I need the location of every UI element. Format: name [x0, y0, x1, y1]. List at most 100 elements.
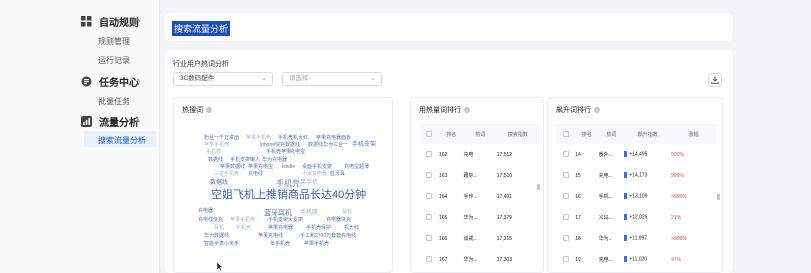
row-checkbox[interactable] [419, 165, 439, 186]
table-row[interactable]: 162 充电 17,512 [419, 144, 539, 165]
table-row[interactable]: 163 跟你... 17,510 [419, 165, 539, 186]
table-row[interactable]: 164 手作... 17,491 [419, 186, 539, 207]
column-header[interactable]: 排名 [439, 124, 464, 144]
hot-word[interactable]: 耳机 [214, 226, 224, 231]
hot-word[interactable]: 华为数据线 [204, 234, 229, 239]
hot-word[interactable]: iphone快充数据线 [260, 143, 300, 148]
hot-word[interactable]: 手机壳保护 [306, 226, 331, 231]
hot-word[interactable]: 手机壳 [236, 226, 251, 231]
sidebar-item-batch-tasks[interactable]: 批量任务 [98, 96, 130, 107]
hot-word[interactable]: 智能手表小米手 [204, 242, 239, 247]
sub-category-select[interactable]: 请选择 ⌄ [282, 72, 382, 86]
hot-word[interactable]: 华为充电器 [262, 158, 287, 163]
row-checkbox[interactable] [419, 186, 439, 207]
hot-word[interactable]: 苹果充电器面板 [316, 136, 351, 141]
help-icon[interactable] [206, 107, 212, 113]
hot-word[interactable]: 数据线华为三合一 [308, 143, 348, 148]
hot-word[interactable]: 手机支架懒人 [230, 158, 260, 163]
chevron-up-icon[interactable]: ^ [136, 17, 140, 27]
hot-word[interactable]: 鼠标 [342, 210, 352, 215]
hot-word[interactable]: 苹果充电线 [258, 234, 283, 239]
column-header[interactable]: 搜索指数 [496, 124, 539, 144]
hot-word[interactable]: 小米充电器 [302, 172, 327, 177]
table-row[interactable]: 166 谈戒... 17,315 [419, 228, 539, 249]
hot-word[interactable]: 苹果充电器 [268, 226, 293, 231]
hot-word[interactable]: 单手机壳 [270, 242, 290, 247]
row-checkbox[interactable] [556, 249, 575, 270]
hot-word[interactable]: 三星手机壳 [214, 172, 239, 177]
table-row[interactable]: 19 充电... +11,020 47% [556, 249, 716, 270]
hot-word[interactable]: 数据线 [208, 158, 223, 163]
column-header[interactable]: 热词 [463, 124, 497, 144]
row-checkbox[interactable] [419, 144, 439, 165]
hot-word[interactable]: 蓝牙耳 [330, 172, 345, 177]
rank-cell: 16 [575, 193, 581, 200]
sidebar-section-auto-rules[interactable]: 自动规则 ^ [80, 14, 140, 29]
sidebar-item-run-records[interactable]: 运行记录 [98, 55, 130, 66]
table-row[interactable]: 17 义乌... +12,026 21% [556, 207, 716, 228]
hot-word[interactable]: 机大红 [344, 226, 359, 231]
section-label: 行业用户热词分析 [173, 61, 229, 68]
row-checkbox[interactable] [556, 165, 575, 186]
hot-word[interactable]: 苹果手机壳 [230, 218, 255, 223]
help-icon[interactable] [464, 107, 470, 113]
row-checkbox[interactable] [556, 207, 575, 228]
hot-word[interactable]: 充电线快充 [198, 218, 223, 223]
column-header[interactable]: 涨幅 [671, 124, 716, 144]
sidebar-item-search-traffic[interactable]: 搜索流量分析 [98, 135, 146, 146]
select-all-checkbox[interactable] [419, 124, 439, 144]
help-icon[interactable] [594, 107, 600, 113]
hot-word[interactable]: 手机膜 [300, 210, 318, 216]
rank-cell: 165 [439, 214, 448, 221]
table-row[interactable]: 14 番外... +14,495 500% [556, 144, 716, 165]
hot-word[interactable]: 蓝牙耳机 [264, 210, 292, 217]
column-header[interactable]: 飙升指数 [624, 124, 672, 144]
hot-word[interactable]: 充电线 [248, 172, 263, 177]
word-cell: 充电... [598, 173, 613, 179]
hot-word[interactable]: 充电宝 [290, 150, 305, 155]
hot-word[interactable]: 苹果充电宝 [248, 165, 273, 170]
sidebar-section-traffic-analysis[interactable]: 流量分析 ^ [80, 114, 140, 129]
hot-word[interactable]: 苹果数据线 [220, 165, 245, 170]
table-row[interactable]: 15 充电... +14,173 999% [556, 165, 716, 186]
hot-word[interactable]: 粉丝一千万漫画 [204, 136, 239, 141]
hot-word[interactable]: 苹果手机壳 [246, 136, 271, 141]
hot-word[interactable]: 手工和2700万套套充电线 [300, 234, 356, 239]
table-row[interactable]: 18 华为... +11,997 >999% [556, 228, 716, 249]
sidebar-section-task-center[interactable]: 任务中心 ^ [80, 74, 140, 89]
table-row[interactable]: 165 华为... 17,379 [419, 207, 539, 228]
hot-word[interactable]: 空姐飞机上推销商品长达40分钟 [211, 190, 366, 201]
hot-word[interactable]: 桌面手机支架 [302, 165, 332, 170]
row-checkbox[interactable] [556, 186, 575, 207]
row-checkbox[interactable] [556, 228, 575, 249]
chevron-up-icon[interactable]: ^ [136, 77, 140, 87]
select-all-checkbox[interactable] [556, 124, 576, 144]
hot-word[interactable]: 充电器 [198, 209, 213, 214]
scrollbar-thumb[interactable] [717, 194, 720, 200]
table-row[interactable]: 167 华为... 17,303 [419, 249, 539, 270]
hot-word[interactable]: 充电宝超薄 [344, 165, 369, 170]
sidebar-item-rule-management[interactable]: 规则管理 [98, 36, 130, 47]
hot-word[interactable]: 数据线 [210, 180, 228, 186]
column-header[interactable]: 热词 [598, 124, 625, 144]
hot-word[interactable]: 手机壳机大红 [278, 136, 308, 141]
hot-word[interactable]: 手机支架大支架 [268, 218, 303, 223]
row-checkbox[interactable] [419, 249, 439, 270]
hot-word[interactable]: 充电器快充 [326, 218, 351, 223]
hot-word[interactable]: 手机支架 [352, 142, 376, 148]
hot-word[interactable]: 手机壳苹果 [266, 150, 291, 155]
hot-word[interactable]: 苹果手机壳 [304, 242, 329, 247]
row-checkbox[interactable] [556, 144, 575, 165]
category-select[interactable]: 3C数码配件 ⌄ [173, 72, 273, 86]
hot-word[interactable]: 手机膜 [206, 150, 221, 155]
row-checkbox[interactable] [419, 207, 439, 228]
hot-word[interactable]: 苹果手机壳 [204, 143, 229, 148]
hot-word[interactable]: 苹果手机 [294, 180, 318, 186]
scrollbar-thumb[interactable] [537, 184, 540, 190]
row-checkbox[interactable] [419, 228, 439, 249]
table-row[interactable]: 16 手机... +13,109 >999% [556, 186, 716, 207]
download-button[interactable] [708, 73, 722, 87]
hot-word[interactable]: kindle [282, 165, 295, 170]
chevron-up-icon[interactable]: ^ [136, 117, 140, 127]
column-header[interactable]: 排名 [575, 124, 599, 144]
